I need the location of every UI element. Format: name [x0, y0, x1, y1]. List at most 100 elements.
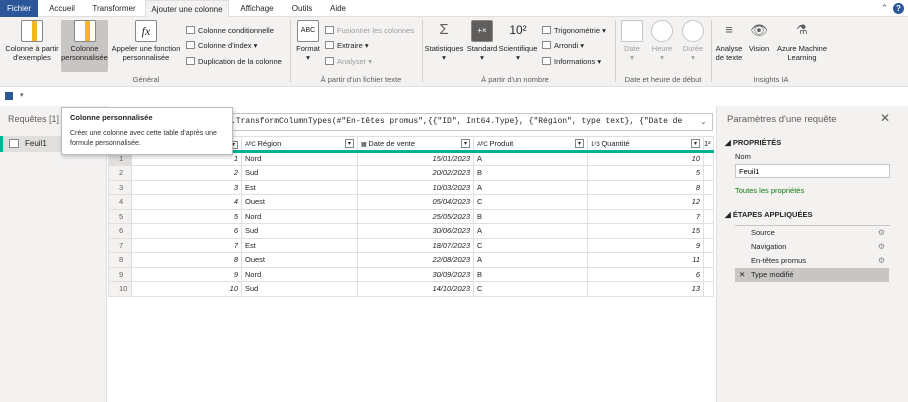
cell-date[interactable]: 10/03/2023: [357, 179, 474, 195]
cell-quantite[interactable]: 5: [587, 165, 704, 181]
cell-id[interactable]: 2: [131, 165, 242, 181]
statistiques-button[interactable]: Σ Statistiques ▾: [424, 20, 464, 72]
arrondi-button[interactable]: Arrondi ▾: [542, 41, 584, 51]
tab-ajouter-colonne[interactable]: Ajouter une colonne: [145, 0, 229, 17]
cell-date[interactable]: 15/01/2023: [357, 150, 474, 166]
delete-step-icon[interactable]: ✕: [739, 268, 745, 282]
cell-id[interactable]: 8: [131, 252, 242, 268]
cell-id[interactable]: 10: [131, 281, 242, 297]
cell-quantite[interactable]: 11: [587, 252, 704, 268]
applied-steps-header[interactable]: ◢ ÉTAPES APPLIQUÉES: [725, 210, 812, 219]
azure-ml-button[interactable]: ⚗ Azure Machine Learning: [774, 20, 830, 72]
step-entetes-promus[interactable]: En-têtes promus ⚙: [735, 254, 889, 268]
cell-empty[interactable]: [703, 179, 714, 195]
row-number-cell[interactable]: 8: [108, 252, 132, 268]
row-number-cell[interactable]: 4: [108, 194, 132, 210]
tab-affichage[interactable]: Affichage: [234, 0, 280, 17]
table-row[interactable]: 10 10 Sud 14/10/2023 C 13: [108, 281, 714, 297]
cell-empty[interactable]: [703, 194, 714, 210]
row-number-cell[interactable]: 7: [108, 237, 132, 253]
help-icon[interactable]: ?: [893, 3, 904, 14]
cell-empty[interactable]: [703, 237, 714, 253]
customize-dropdown-icon[interactable]: ▾: [20, 91, 24, 99]
cell-region[interactable]: Sud: [241, 223, 358, 239]
cell-id[interactable]: 5: [131, 208, 242, 224]
cell-region[interactable]: Nord: [241, 150, 358, 166]
cell-region[interactable]: Est: [241, 179, 358, 195]
cell-region[interactable]: Ouest: [241, 252, 358, 268]
col-exemples-button[interactable]: Colonne à partir d'exemples: [3, 20, 61, 72]
cell-empty[interactable]: [703, 223, 714, 239]
column-header-next[interactable]: 1²: [703, 136, 714, 153]
cell-region[interactable]: Sud: [241, 165, 358, 181]
tab-aide[interactable]: Aide: [324, 0, 352, 17]
cell-date[interactable]: 30/06/2023: [357, 223, 474, 239]
col-personnalisee-button[interactable]: Colonne personnalisée: [61, 20, 108, 72]
row-number-cell[interactable]: 10: [108, 281, 132, 297]
collapse-ribbon-icon[interactable]: ⌃: [879, 3, 890, 14]
cell-quantite[interactable]: 9: [587, 237, 704, 253]
cell-produit[interactable]: A: [473, 252, 588, 268]
cell-empty[interactable]: [703, 266, 714, 282]
row-number-cell[interactable]: 2: [108, 165, 132, 181]
cell-empty[interactable]: [703, 252, 714, 268]
cell-empty[interactable]: [703, 150, 714, 166]
table-row[interactable]: 3 3 Est 10/03/2023 A 8: [108, 179, 714, 195]
standard-button[interactable]: +× Standard ▾: [466, 20, 498, 72]
close-icon[interactable]: ✕: [880, 111, 890, 125]
cell-date[interactable]: 30/09/2023: [357, 266, 474, 282]
tab-transformer[interactable]: Transformer: [86, 0, 142, 17]
save-icon[interactable]: [5, 92, 13, 100]
gear-icon[interactable]: ⚙: [878, 254, 885, 268]
tab-accueil[interactable]: Accueil: [42, 0, 82, 17]
filter-dropdown-icon[interactable]: ▾: [344, 138, 354, 148]
row-number-cell[interactable]: 9: [108, 266, 132, 282]
step-source[interactable]: Source ⚙: [735, 226, 889, 240]
column-header-date[interactable]: ▦ Date de vente ▾: [357, 136, 474, 153]
cell-produit[interactable]: C: [473, 237, 588, 253]
cell-date[interactable]: 05/04/2023: [357, 194, 474, 210]
cell-produit[interactable]: B: [473, 266, 588, 282]
appeler-fonction-button[interactable]: fx Appeler une fonction personnalisée: [108, 20, 184, 72]
properties-header[interactable]: ◢ PROPRIÉTÉS: [725, 138, 781, 147]
cell-region[interactable]: Nord: [241, 208, 358, 224]
row-number-cell[interactable]: 6: [108, 223, 132, 239]
cell-id[interactable]: 7: [131, 237, 242, 253]
col-conditionnelle-button[interactable]: Colonne conditionnelle: [186, 26, 274, 36]
gear-icon[interactable]: ⚙: [878, 240, 885, 254]
cell-id[interactable]: 9: [131, 266, 242, 282]
table-row[interactable]: 8 8 Ouest 22/08/2023 A 11: [108, 252, 714, 268]
cell-quantite[interactable]: 7: [587, 208, 704, 224]
cell-produit[interactable]: C: [473, 281, 588, 297]
column-header-produit[interactable]: AᴮC Produit ▾: [473, 136, 588, 153]
format-button[interactable]: ABC Format ▾: [294, 20, 322, 72]
cell-id[interactable]: 3: [131, 179, 242, 195]
cell-date[interactable]: 14/10/2023: [357, 281, 474, 297]
tab-fichier[interactable]: Fichier: [0, 0, 38, 17]
cell-quantite[interactable]: 15: [587, 223, 704, 239]
trigonometrie-button[interactable]: Trigonométrie ▾: [542, 26, 606, 36]
cell-quantite[interactable]: 13: [587, 281, 704, 297]
cell-date[interactable]: 20/02/2023: [357, 165, 474, 181]
col-index-button[interactable]: Colonne d'index ▾: [186, 41, 257, 51]
step-navigation[interactable]: Navigation ⚙: [735, 240, 889, 254]
filter-dropdown-icon[interactable]: ▾: [574, 138, 584, 148]
cell-region[interactable]: Nord: [241, 266, 358, 282]
table-row[interactable]: 4 4 Ouest 05/04/2023 C 12: [108, 194, 714, 210]
filter-dropdown-icon[interactable]: ▾: [690, 138, 700, 148]
table-row[interactable]: 5 5 Nord 25/05/2023 B 7: [108, 208, 714, 224]
name-input[interactable]: [735, 164, 890, 178]
cell-quantite[interactable]: 6: [587, 266, 704, 282]
cell-id[interactable]: 6: [131, 223, 242, 239]
cell-produit[interactable]: A: [473, 179, 588, 195]
cell-produit[interactable]: A: [473, 150, 588, 166]
expand-formula-icon[interactable]: ⌄: [700, 117, 707, 126]
filter-dropdown-icon[interactable]: ▾: [460, 138, 470, 148]
column-header-quantite[interactable]: 1²3 Quantité ▾: [587, 136, 704, 153]
cell-empty[interactable]: [703, 281, 714, 297]
row-number-cell[interactable]: 3: [108, 179, 132, 195]
cell-produit[interactable]: B: [473, 208, 588, 224]
table-row[interactable]: 7 7 Est 18/07/2023 C 9: [108, 237, 714, 253]
cell-empty[interactable]: [703, 165, 714, 181]
duplication-button[interactable]: Duplication de la colonne: [186, 57, 282, 67]
